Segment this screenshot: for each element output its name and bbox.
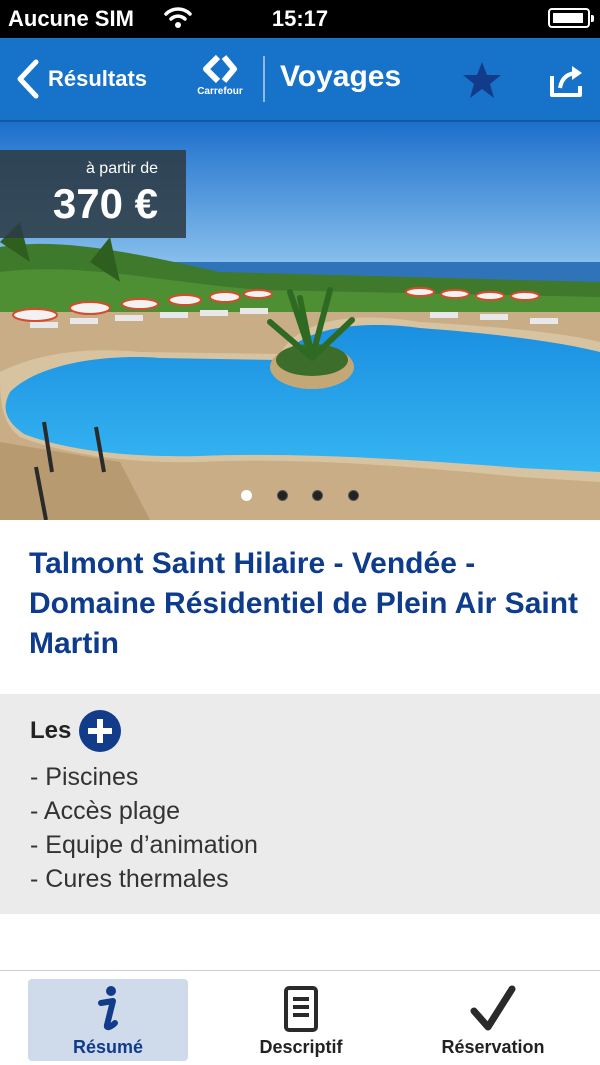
highlights-heading: Les: [30, 710, 122, 752]
page-dot-3[interactable]: [312, 490, 324, 501]
hero-carousel[interactable]: à partir de 370 €: [0, 122, 600, 520]
nav-bar: Résultats Carrefour Voyages: [0, 38, 600, 122]
back-button[interactable]: Résultats: [12, 56, 147, 102]
star-icon[interactable]: [462, 60, 502, 100]
listing-title: Talmont Saint Hilaire - Vendée - Domaine…: [29, 547, 579, 660]
page-dot-4[interactable]: [347, 490, 359, 501]
price-value: 370 €: [52, 180, 158, 227]
battery-icon: [548, 8, 594, 28]
tab-resume[interactable]: Résumé: [28, 979, 188, 1061]
highlights-list: - Piscines - Accès plage - Equipe d’anim…: [30, 760, 258, 896]
chevron-left-icon: [17, 59, 39, 99]
back-button-label: Résultats: [48, 66, 148, 91]
highlights-panel: Les - Piscines - Accès plage - Equipe d’…: [0, 694, 600, 914]
tab-resume-label: Résumé: [72, 1037, 144, 1057]
tab-descriptif-label: Descriptif: [259, 1037, 343, 1057]
tab-reservation-label: Réservation: [441, 1037, 545, 1057]
carousel-pagination: [0, 488, 600, 506]
clock: 15:17: [271, 6, 329, 31]
tab-bar: Résumé Descriptif Réservation: [0, 970, 600, 1065]
list-item: - Accès plage: [30, 797, 181, 825]
list-item: - Cures thermales: [30, 865, 229, 893]
listing-title-block: Talmont Saint Hilaire - Vendée - Domaine…: [29, 544, 589, 664]
info-icon: [98, 986, 118, 1031]
brand-name: Carrefour: [197, 86, 243, 97]
price-prefix: à partir de: [85, 160, 158, 177]
list-item: - Equipe d’animation: [30, 831, 258, 859]
highlights-heading-text: Les: [30, 717, 72, 744]
page-dot-2[interactable]: [276, 490, 288, 501]
document-icon: [284, 986, 318, 1032]
price-badge: à partir de 370 €: [0, 150, 186, 238]
nav-divider: [263, 56, 265, 102]
page-dot-1[interactable]: [241, 490, 253, 501]
share-icon[interactable]: [548, 64, 586, 98]
page-title: Voyages: [280, 60, 402, 93]
list-item: - Piscines: [30, 763, 139, 791]
plus-icon: [79, 710, 122, 752]
checkmark-icon: [470, 985, 516, 1031]
status-bar: Aucune SIM 15:17: [0, 0, 600, 38]
carrefour-logo: Carrefour: [192, 54, 248, 104]
tab-reservation[interactable]: Réservation: [413, 979, 573, 1061]
tab-descriptif[interactable]: Descriptif: [221, 979, 381, 1061]
